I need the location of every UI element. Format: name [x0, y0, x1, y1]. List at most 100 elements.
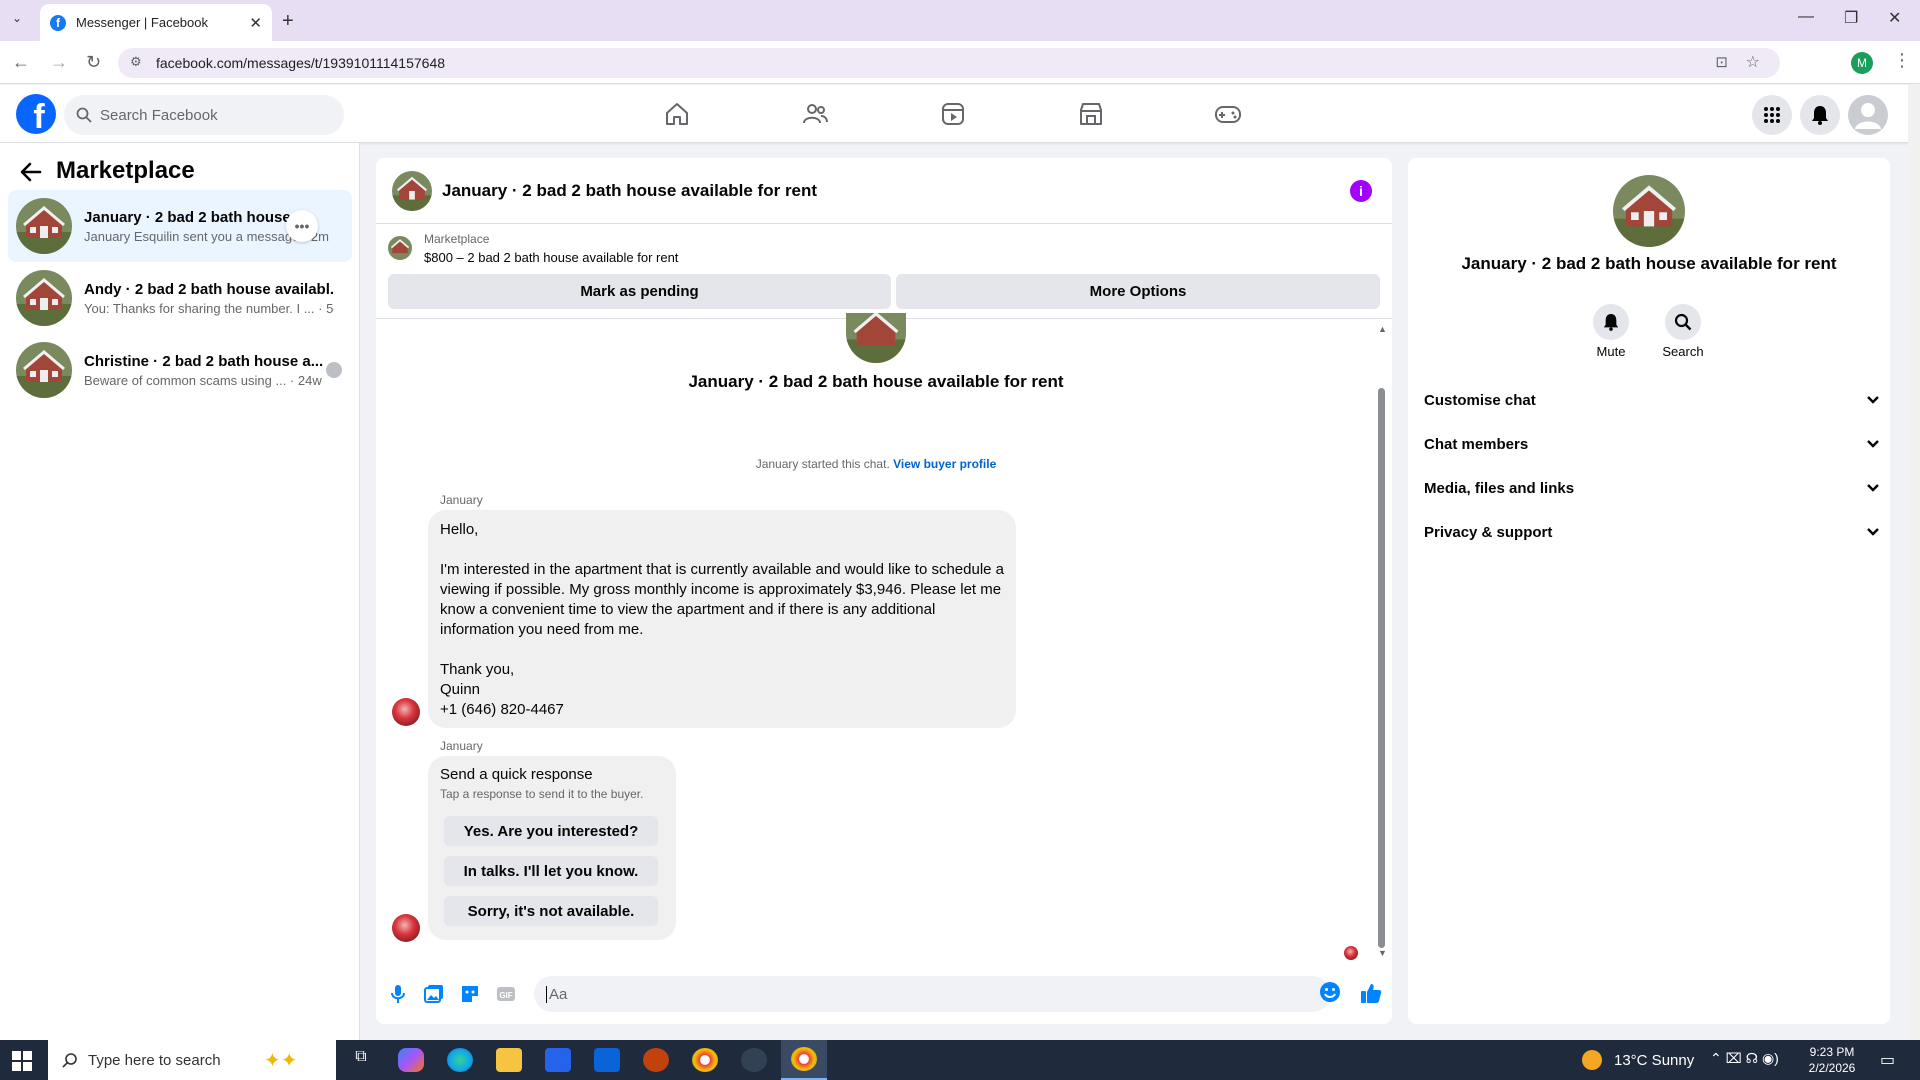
search-icon — [76, 107, 92, 123]
sticker-icon[interactable] — [460, 984, 480, 1004]
facebook-search-input[interactable]: Search Facebook — [64, 95, 344, 135]
started-text: January started this chat. — [755, 457, 890, 471]
chrome-active-taskbar-button[interactable] — [781, 1040, 827, 1080]
close-tab-icon[interactable]: ✕ — [249, 14, 262, 32]
message-line: Hello, — [440, 521, 479, 538]
app-icon[interactable] — [643, 1048, 669, 1072]
message-sender: January — [440, 739, 483, 753]
chevron-down-icon — [1867, 484, 1879, 492]
message-line: Thank you, — [440, 661, 515, 678]
sender-avatar[interactable] — [392, 914, 420, 942]
taskbar-clock[interactable]: 9:23 PM 2/2/2026 — [1792, 1044, 1872, 1076]
reload-icon[interactable]: ↻ — [86, 52, 101, 73]
chat-started-notice: January started this chat. View buyer pr… — [376, 457, 1376, 471]
chat-members-section[interactable]: Chat members — [1424, 424, 1880, 464]
windows-start-icon[interactable] — [12, 1051, 32, 1071]
message-line: Quinn — [440, 681, 481, 698]
svg-text:GIF: GIF — [499, 991, 512, 1000]
chrome-icon[interactable] — [692, 1048, 718, 1072]
account-avatar[interactable] — [1848, 95, 1888, 135]
view-buyer-profile-link[interactable]: View buyer profile — [893, 457, 996, 471]
notifications-bell-icon[interactable] — [1800, 95, 1840, 135]
gif-icon[interactable]: GIF — [496, 984, 516, 1004]
wordpress-icon[interactable] — [741, 1048, 767, 1072]
clock-date: 2/2/2026 — [1808, 1061, 1856, 1075]
message-input[interactable]: Aa — [534, 976, 1330, 1012]
more-options-icon[interactable]: ••• — [286, 210, 318, 242]
task-view-icon[interactable]: ⧉ — [348, 1048, 374, 1072]
search-chat-button[interactable] — [1665, 304, 1701, 340]
restore-window-icon[interactable]: ❐ — [1844, 8, 1858, 28]
close-window-icon[interactable]: ✕ — [1888, 8, 1901, 28]
taskbar-search-input[interactable]: Type here to search ✦✦ — [48, 1040, 336, 1080]
scroll-up-arrow-icon[interactable]: ▲ — [1378, 324, 1387, 334]
chat-title[interactable]: January · 2 bad 2 bath house available f… — [442, 181, 817, 201]
browser-tab-messenger[interactable]: f Messenger | Facebook ✕ — [40, 4, 272, 41]
quick-response-button[interactable]: In talks. I'll let you know. — [444, 856, 658, 886]
browser-menu-icon[interactable]: ⋮ — [1893, 50, 1911, 71]
outlook-icon[interactable] — [594, 1048, 620, 1072]
chevron-down-icon — [1867, 440, 1879, 448]
minimize-window-icon[interactable]: — — [1798, 8, 1814, 26]
browser-profile-avatar[interactable]: M — [1851, 52, 1873, 74]
address-bar[interactable]: ⚙ facebook.com/messages/t/19391011141576… — [118, 48, 1780, 78]
photo-attach-icon[interactable] — [424, 984, 444, 1004]
back-arrow-icon[interactable]: ← — [12, 52, 30, 73]
back-arrow-icon[interactable] — [20, 162, 42, 182]
install-app-icon[interactable]: ⊡ — [1715, 53, 1728, 71]
notifications-center-icon[interactable]: ▭ — [1880, 1050, 1895, 1070]
more-options-button[interactable]: More Options — [896, 274, 1380, 309]
copilot-icon[interactable] — [398, 1048, 424, 1072]
site-info-icon[interactable]: ⚙ — [130, 54, 142, 70]
sender-avatar[interactable] — [392, 698, 420, 726]
conversation-name: Christine · 2 bad 2 bath house a... — [84, 352, 324, 370]
scroll-down-arrow-icon[interactable]: ▼ — [1378, 948, 1387, 958]
mark-as-pending-button[interactable]: Mark as pending — [388, 274, 891, 309]
quick-response-button[interactable]: Sorry, it's not available. — [444, 896, 658, 926]
microsoft-store-icon[interactable] — [545, 1048, 571, 1072]
file-explorer-icon[interactable] — [496, 1048, 522, 1072]
chat-header-avatar[interactable] — [392, 170, 432, 211]
conversation-item-andy[interactable]: Andy · 2 bad 2 bath house availabl... Yo… — [8, 262, 352, 334]
privacy-support-section[interactable]: Privacy & support — [1424, 512, 1880, 552]
edge-browser-icon[interactable] — [447, 1048, 473, 1072]
listing-banner[interactable]: Marketplace $800 – 2 bad 2 bath house av… — [388, 232, 678, 265]
marketplace-nav-icon[interactable] — [1078, 101, 1104, 127]
home-nav-icon[interactable] — [664, 101, 690, 127]
emoji-icon[interactable] — [1319, 981, 1341, 1003]
facebook-favicon-icon: f — [50, 14, 66, 31]
mute-button[interactable] — [1593, 304, 1629, 340]
tab-search-chevron-icon[interactable]: ⌄ — [12, 11, 22, 25]
gaming-nav-icon[interactable] — [1214, 101, 1242, 127]
new-tab-icon[interactable]: + — [282, 10, 294, 33]
customise-chat-section[interactable]: Customise chat — [1424, 380, 1880, 420]
system-tray-icons[interactable]: ⌃ ⌧ ☊ ◉) — [1710, 1050, 1779, 1067]
message-line: +1 (646) 820-4467 — [440, 701, 564, 718]
chat-info-title: January · 2 bad 2 bath house available f… — [1461, 254, 1837, 273]
video-nav-icon[interactable] — [940, 101, 966, 127]
like-thumbs-up-icon[interactable] — [1360, 982, 1382, 1004]
info-icon[interactable]: i — [1350, 180, 1372, 202]
conversation-item-january[interactable]: January · 2 bad 2 bath house a... Januar… — [8, 190, 352, 262]
chat-info-panel — [1408, 158, 1890, 1024]
media-files-links-section[interactable]: Media, files and links — [1424, 468, 1880, 508]
chat-scrollbar[interactable] — [1378, 388, 1385, 948]
chat-header: January · 2 bad 2 bath house available f… — [376, 158, 1392, 224]
sun-icon — [1582, 1050, 1602, 1070]
conversation-name: Andy · 2 bad 2 bath house availabl... — [84, 280, 334, 298]
page-scrollbar[interactable] — [1908, 85, 1920, 1040]
conversation-item-christine[interactable]: Christine · 2 bad 2 bath house a... Bewa… — [8, 334, 352, 406]
menu-grid-icon[interactable] — [1752, 95, 1792, 135]
chevron-down-icon — [1867, 396, 1879, 404]
search-label: Search — [1662, 344, 1704, 359]
forward-arrow-icon[interactable]: → — [50, 52, 68, 73]
chat-center-title: January · 2 bad 2 bath house available f… — [688, 372, 1064, 391]
page-title: Marketplace — [56, 157, 195, 184]
facebook-logo-icon[interactable]: f — [16, 94, 56, 134]
quick-response-button[interactable]: Yes. Are you interested? — [444, 816, 658, 846]
bookmark-star-icon[interactable]: ☆ — [1746, 52, 1760, 72]
microphone-icon[interactable] — [390, 984, 406, 1004]
friends-nav-icon[interactable] — [802, 101, 828, 127]
section-label: Media, files and links — [1424, 479, 1575, 497]
weather-widget[interactable]: 13°C Sunny — [1582, 1050, 1694, 1070]
